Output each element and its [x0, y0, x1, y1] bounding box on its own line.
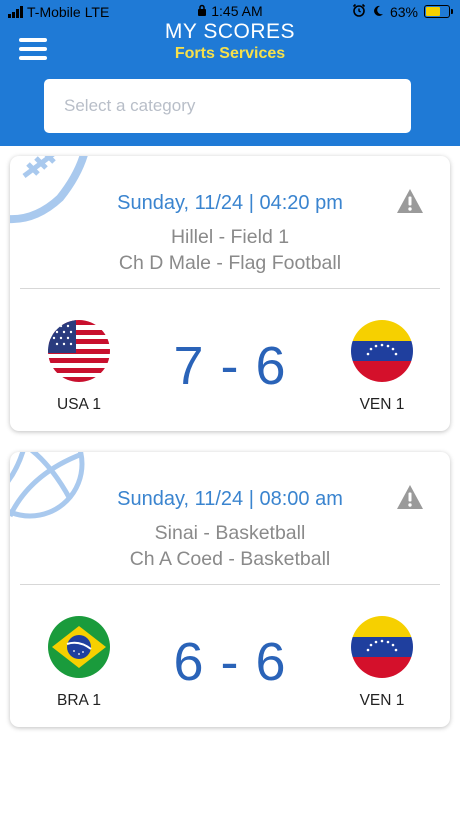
game-date: Sunday, 11/24 | 04:20 pm — [117, 192, 343, 214]
home-team-name: BRA 1 — [57, 692, 101, 709]
moon-icon — [372, 4, 384, 20]
card-divider — [20, 584, 440, 585]
category-select-input[interactable] — [44, 79, 411, 133]
battery-icon — [424, 5, 453, 18]
venezuela-flag-icon — [351, 320, 413, 382]
game-card[interactable]: Sunday, 11/24 | 08:00 am Sinai - Basketb… — [10, 452, 450, 727]
home-team-name: USA 1 — [57, 396, 101, 413]
card-divider — [20, 288, 440, 289]
game-division: Ch A Coed - Basketball — [129, 548, 331, 570]
battery-percent: 63% — [389, 3, 418, 20]
status-time: 1:45 AM — [211, 3, 263, 19]
page-subtitle: Forts Services — [174, 45, 286, 62]
game-date: Sunday, 11/24 | 08:00 am — [117, 488, 343, 510]
page-title: MY SCORES — [164, 20, 296, 43]
game-venue: Hillel - Field 1 — [170, 226, 290, 248]
status-right: 63% — [352, 3, 453, 20]
away-team-name: VEN 1 — [359, 396, 405, 413]
game-card[interactable]: Sunday, 11/24 | 04:20 pm Hillel - Field … — [10, 156, 450, 431]
venezuela-flag-icon — [351, 616, 413, 678]
alarm-icon — [352, 3, 366, 20]
app-header: T-Mobile LTE 1:45 AM 63% MY SCORES Forts… — [0, 0, 460, 146]
away-team-name: VEN 1 — [359, 692, 405, 709]
lock-icon — [197, 3, 211, 19]
game-division: Ch D Male - Flag Football — [118, 252, 342, 274]
game-venue: Sinai - Basketball — [154, 522, 306, 544]
battery-level — [426, 7, 440, 16]
